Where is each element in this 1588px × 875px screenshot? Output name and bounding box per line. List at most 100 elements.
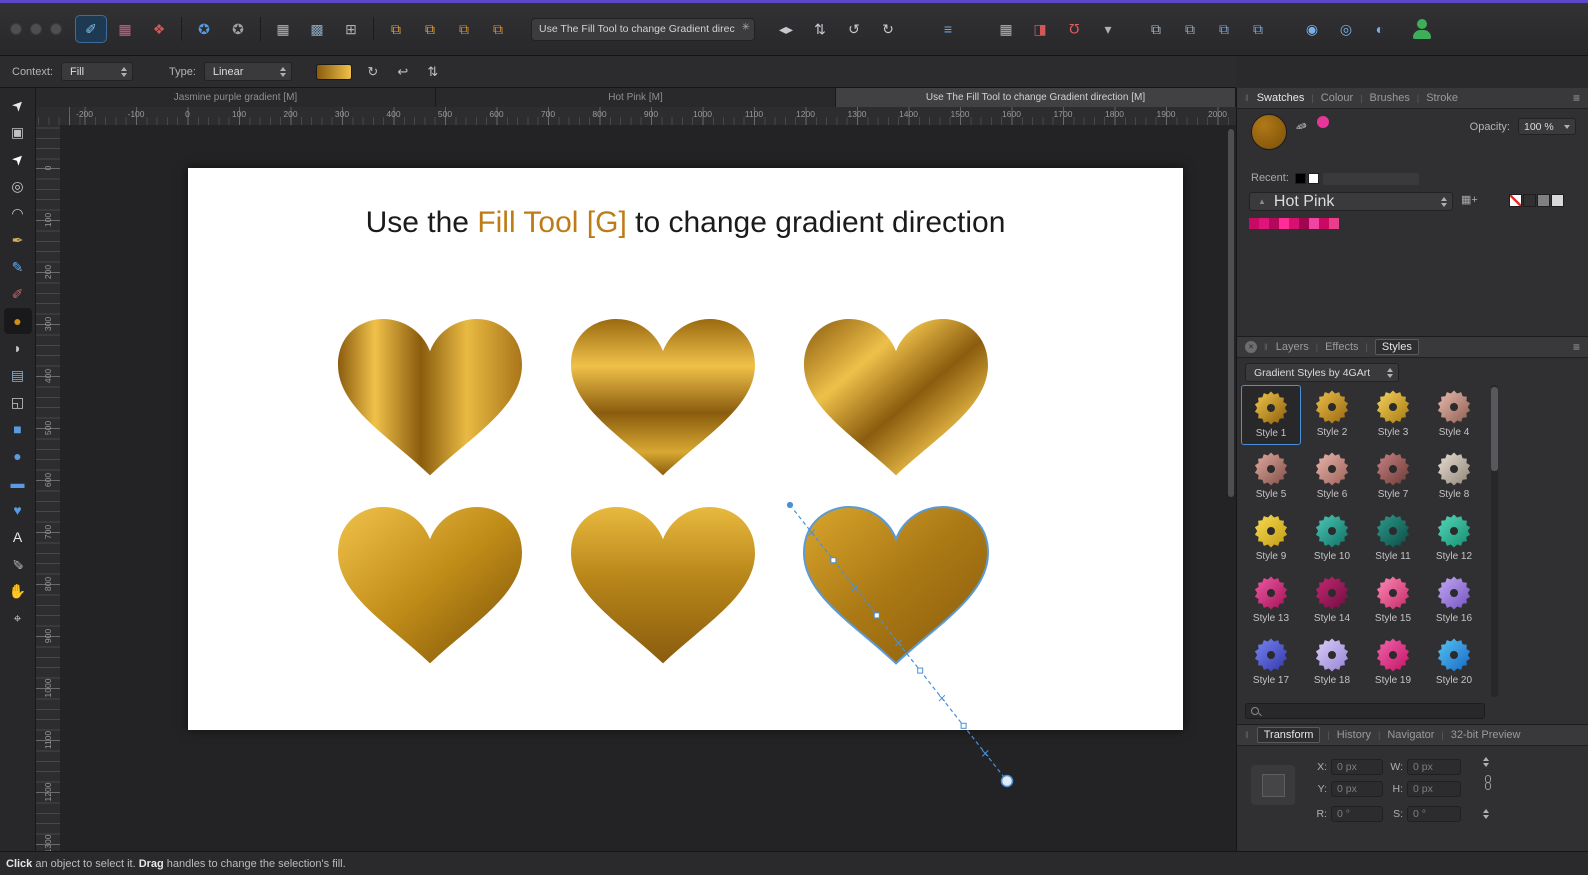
flip-vertical-button[interactable]: ⇅ [805,16,835,42]
rounded-rectangle-tool[interactable]: ▬ [4,470,32,496]
transparency-tool[interactable]: ◗ [4,335,32,361]
snapping-grid-button[interactable]: ▩ [302,16,332,42]
minimize-window-button[interactable] [30,23,42,35]
rotate-clockwise-button[interactable]: ↻ [873,16,903,42]
insert-on-top-button[interactable]: ⧉ [1243,16,1273,42]
vector-brush-tool[interactable]: ✐ [4,281,32,307]
context-select[interactable]: Fill [60,62,133,81]
tab-effects[interactable]: Effects [1325,341,1358,353]
tab-transform[interactable]: Transform [1256,727,1321,743]
palette-swatch[interactable] [1319,218,1329,229]
canvas-viewport[interactable]: Use the Fill Tool [G] to change gradient… [60,125,1236,852]
tab-layers[interactable]: Layers [1276,341,1309,353]
tab-navigator[interactable]: Navigator [1387,729,1434,741]
fill-tool[interactable]: ● [3,308,32,334]
opacity-select[interactable]: 100 % [1518,118,1576,135]
styles-search[interactable] [1245,703,1485,720]
move-tool[interactable]: ➤ [4,92,32,118]
styles-search-input[interactable] [1264,704,1482,720]
split-view-button[interactable]: ◨ [1025,16,1055,42]
transform-field-input[interactable]: 0 ° [1407,806,1461,822]
account-button[interactable] [1409,16,1435,42]
heart-shape-tool[interactable]: ♥ [4,497,32,523]
gradient-preview-chip[interactable] [315,63,352,80]
fit-fill-button[interactable]: ⇅ [420,61,446,83]
place-image-tool[interactable]: ▤ [4,362,32,388]
palette-swatch[interactable] [1309,218,1319,229]
snapping-options-button[interactable]: ▾ [1093,16,1123,42]
transform-field-input[interactable]: 0 px [1407,759,1461,775]
insert-behind-button[interactable]: ⧉ [1175,16,1205,42]
point-transform-tool[interactable]: ◎ [4,173,32,199]
hand-tool[interactable]: ✋ [4,578,32,604]
heart-2[interactable] [571,319,755,476]
tab-stroke[interactable]: Stroke [1426,92,1458,104]
style-9[interactable]: Style 9 [1241,509,1301,569]
palette-swatch[interactable] [1269,218,1279,229]
pencil-tool[interactable]: ✎ [4,254,32,280]
transform-anchor-preview[interactable] [1251,765,1295,805]
pixel-grid-button[interactable]: ▦ [991,16,1021,42]
style-12[interactable]: Style 12 [1424,509,1484,569]
palette-select[interactable]: ▲ Hot Pink [1249,192,1453,211]
utility-swatch[interactable] [1537,194,1550,207]
zoom-tool[interactable]: ⌖ [4,605,32,631]
fill-colour-well[interactable] [1251,114,1287,150]
style-6[interactable]: Style 6 [1302,447,1362,507]
style-13[interactable]: Style 13 [1241,571,1301,631]
styles-scrollbar[interactable] [1491,385,1498,697]
duplicate-button[interactable]: ⧉ [1141,16,1171,42]
export-persona-button[interactable]: ❖ [144,16,174,42]
secondary-colour-well[interactable] [1317,116,1329,128]
rotate-anticlockwise-button[interactable]: ↺ [839,16,869,42]
tab-swatches[interactable]: Swatches [1257,92,1305,104]
reverse-fill-button[interactable]: ↩ [390,61,416,83]
heart-6[interactable] [802,505,990,665]
eyedropper-icon[interactable]: ✎ [1291,118,1310,134]
style-11[interactable]: Style 11 [1363,509,1423,569]
heart-1[interactable] [338,319,522,476]
style-18[interactable]: Style 18 [1302,633,1362,693]
close-window-button[interactable] [10,23,22,35]
text-tool[interactable]: A [4,524,32,550]
pen-tool[interactable]: ✒ [4,227,32,253]
heart-5[interactable] [571,507,755,664]
tab-colour[interactable]: Colour [1321,92,1353,104]
vector-persona-button[interactable]: ✐ [75,15,107,43]
utility-swatch[interactable] [1551,194,1564,207]
style-3[interactable]: Style 3 [1363,385,1423,445]
ellipse-tool[interactable]: ● [4,443,32,469]
geometry-add-button[interactable]: ◉ [1297,16,1327,42]
style-2[interactable]: Style 2 [1302,385,1362,445]
transform-field-input[interactable]: 0 ° [1331,806,1383,822]
type-select[interactable]: Linear [203,62,292,81]
palette-swatch[interactable] [1329,218,1339,229]
artboard-tool[interactable]: ▣ [4,119,32,145]
edit-in-plane-button[interactable]: ⊞ [336,16,366,42]
style-5[interactable]: Style 5 [1241,447,1301,507]
node-tool[interactable]: ➤ [4,146,32,172]
canvas-scrollbar[interactable] [1228,129,1234,497]
style-7[interactable]: Style 7 [1363,447,1423,507]
style-8[interactable]: Style 8 [1424,447,1484,507]
heart-3[interactable] [804,319,988,476]
panel-menu-icon[interactable]: ≡ [1573,340,1580,354]
doc-tab-2[interactable]: Hot Pink [M] [436,88,836,107]
synchronise-defaults-button[interactable]: ✪ [189,16,219,42]
heart-4[interactable] [338,507,522,664]
palette-swatch[interactable] [1249,218,1259,229]
pixel-persona-button[interactable]: ▦ [110,16,140,42]
style-4[interactable]: Style 4 [1424,385,1484,445]
alignment-button[interactable]: ≡ [933,16,963,42]
transform-field-input[interactable]: 0 px [1407,781,1461,797]
palette-swatch[interactable] [1289,218,1299,229]
style-15[interactable]: Style 15 [1363,571,1423,631]
doc-tab-3[interactable]: Use The Fill Tool to change Gradient dir… [836,88,1236,107]
move-forward-button[interactable]: ⧉ [415,16,445,42]
tab-brushes[interactable]: Brushes [1370,92,1410,104]
style-14[interactable]: Style 14 [1302,571,1362,631]
geometry-intersect-button[interactable]: ◐ [1365,16,1395,42]
vector-crop-tool[interactable]: ◱ [4,389,32,415]
move-backward-button[interactable]: ⧉ [449,16,479,42]
utility-swatch[interactable] [1509,194,1522,207]
